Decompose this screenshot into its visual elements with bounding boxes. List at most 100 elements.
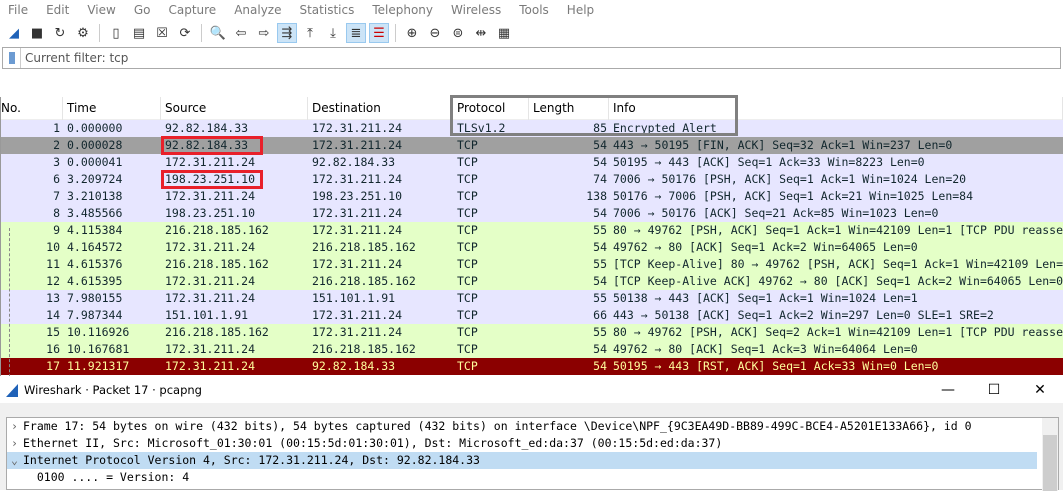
menu-view[interactable]: View [87,3,115,17]
find-icon[interactable]: 🔍 [208,23,228,43]
toolbar-separator [395,24,396,42]
packet-proto: TCP [457,325,478,339]
bookmark-icon[interactable] [3,48,21,68]
expand-arrow-icon[interactable]: › [11,418,23,435]
display-filter-bar[interactable]: Current filter: tcp [2,47,1061,69]
reload-icon[interactable]: ⟳ [175,23,195,43]
menu-file[interactable]: File [8,3,28,17]
last-packet-icon[interactable]: ⤓ [323,23,343,43]
window-title-bar: Wireshark · Packet 17 · pcapng — ☐ ✕ [0,377,1063,403]
packet-row[interactable]: 15 10.116926 216.218.185.162 172.31.211.24 T… [1,324,1063,341]
packet-time: 0.000028 [67,138,123,152]
autoscroll-icon[interactable]: ≣ [346,23,366,43]
detail-text: Ethernet II, Src: Microsoft_01:30:01 (00… [23,436,723,450]
packet-row[interactable]: 7 3.210138 172.31.211.24 198.23.251.10 TCP 13… [1,188,1063,205]
packet-row[interactable]: 16 10.167681 172.31.211.24 216.218.185.162 T… [1,341,1063,358]
close-file-icon[interactable]: ☒ [152,23,172,43]
packet-len: 54 [593,206,607,220]
packet-proto: TCP [457,172,478,186]
resize-columns-icon[interactable]: ⇹ [471,23,491,43]
forward-icon[interactable]: ⇨ [254,23,274,43]
toolbar-separator [99,24,100,42]
minimize-button[interactable]: — [925,377,971,403]
menu-analyze[interactable]: Analyze [234,3,281,17]
packet-proto: TCP [457,206,478,220]
packet-row[interactable]: 17 11.921317 172.31.211.24 92.82.184.33 TCP 5… [1,358,1063,375]
packet-time: 4.115384 [67,223,123,237]
detail-tree-item[interactable]: ⌄ Internet Protocol Version 4, Src: 172.3… [7,452,1037,469]
packet-proto: TCP [457,308,478,322]
packet-dst: 92.82.184.33 [312,359,396,373]
column-header-time[interactable]: Time [63,97,161,120]
packet-src: 151.101.1.91 [165,308,249,322]
expand-arrow-icon[interactable]: ⌄ [11,452,23,469]
colorize-icon[interactable]: ☰ [369,23,389,43]
packet-dst: 216.218.185.162 [312,342,416,356]
packet-no: 6 [53,172,60,186]
packet-dst: 92.82.184.33 [312,155,396,169]
packet-dst: 216.218.185.162 [312,274,416,288]
detail-scrollbar[interactable] [1042,418,1058,491]
options-gear-icon[interactable]: ⚙ [73,23,93,43]
packet-len: 54 [593,155,607,169]
detail-tree-item[interactable]: 0100 .... = Version: 4 [7,469,1037,486]
packet-time: 4.615395 [67,274,123,288]
shark-fin-icon[interactable]: ◢ [4,23,24,43]
menu-tools[interactable]: Tools [519,3,549,17]
packet-src: 216.218.185.162 [165,223,269,237]
packet-src: 172.31.211.24 [165,291,256,305]
menu-wireless[interactable]: Wireless [451,3,501,17]
packet-len: 54 [593,240,607,254]
menu-go[interactable]: Go [134,3,151,17]
packet-row[interactable]: 12 4.615395 172.31.211.24 216.218.185.162 TC… [1,273,1063,290]
detail-text: Internet Protocol Version 4, Src: 172.31… [23,453,480,467]
zoom-in-icon[interactable]: ⊕ [402,23,422,43]
menu-bar: File Edit View Go Capture Analyze Statistics Te… [0,0,1063,20]
expand-arrow-icon[interactable]: › [11,435,23,452]
packet-row[interactable]: 14 7.987344 151.101.1.91 172.31.211.24 TCP 66… [1,307,1063,324]
packet-src: 172.31.211.24 [165,274,256,288]
detail-tree-item[interactable]: › Ethernet II, Src: Microsoft_01:30:01 (0… [7,435,1037,452]
column-header-destination[interactable]: Destination [308,97,453,120]
zoom-normal-icon[interactable]: ⊜ [448,23,468,43]
packet-src: 172.31.211.24 [165,189,256,203]
packet-proto: TCP [457,257,478,271]
menu-edit[interactable]: Edit [46,3,69,17]
go-to-packet-icon[interactable]: ⇶ [277,23,297,43]
zoom-out-icon[interactable]: ⊖ [425,23,445,43]
packet-time: 10.116926 [67,325,130,339]
save-file-icon[interactable]: ▤ [129,23,149,43]
packet-len: 54 [593,138,607,152]
packet-row[interactable]: 8 3.485566 198.23.251.10 172.31.211.24 TCP 54… [1,205,1063,222]
first-packet-icon[interactable]: ⤒ [300,23,320,43]
packet-no: 3 [53,155,60,169]
packet-info: 7006 → 50176 [ACK] Seq=21 Ack=85 Win=102… [613,206,939,220]
packet-src: 216.218.185.162 [165,325,269,339]
menu-statistics[interactable]: Statistics [299,3,354,17]
packet-len: 55 [593,325,607,339]
layout-icon[interactable]: ▦ [494,23,514,43]
packet-row[interactable]: 11 4.615376 216.218.185.162 172.31.211.24 TC… [1,256,1063,273]
maximize-button[interactable]: ☐ [971,377,1017,403]
menu-help[interactable]: Help [567,3,594,17]
packet-info: 443 → 50195 [FIN, ACK] Seq=32 Ack=1 Win=… [613,138,953,152]
menu-capture[interactable]: Capture [168,3,216,17]
packet-row[interactable]: 13 7.980155 172.31.211.24 151.101.1.91 TCP 55… [1,290,1063,307]
packet-row[interactable]: 3 0.000041 172.31.211.24 92.82.184.33 TCP 54 5… [1,154,1063,171]
protocol-length-info-highlight [450,95,738,136]
column-header-no[interactable]: No. [1,97,63,120]
packet-row[interactable]: 9 4.115384 216.218.185.162 172.31.211.24 TCP… [1,222,1063,239]
close-button[interactable]: ✕ [1017,377,1063,403]
packet-row[interactable]: 10 4.164572 172.31.211.24 216.218.185.162 TC… [1,239,1063,256]
source-highlight-row-2 [161,136,263,155]
packet-dst: 172.31.211.24 [312,121,403,135]
restart-icon[interactable]: ↻ [50,23,70,43]
packet-dst: 172.31.211.24 [312,138,403,152]
back-icon[interactable]: ⇦ [231,23,251,43]
open-folder-icon[interactable]: ▯ [106,23,126,43]
stop-icon[interactable]: ■ [27,23,47,43]
menu-telephony[interactable]: Telephony [372,3,433,17]
column-header-source[interactable]: Source [161,97,308,120]
detail-tree-item[interactable]: › Frame 17: 54 bytes on wire (432 bits), … [7,418,1037,435]
packet-no: 7 [53,189,60,203]
